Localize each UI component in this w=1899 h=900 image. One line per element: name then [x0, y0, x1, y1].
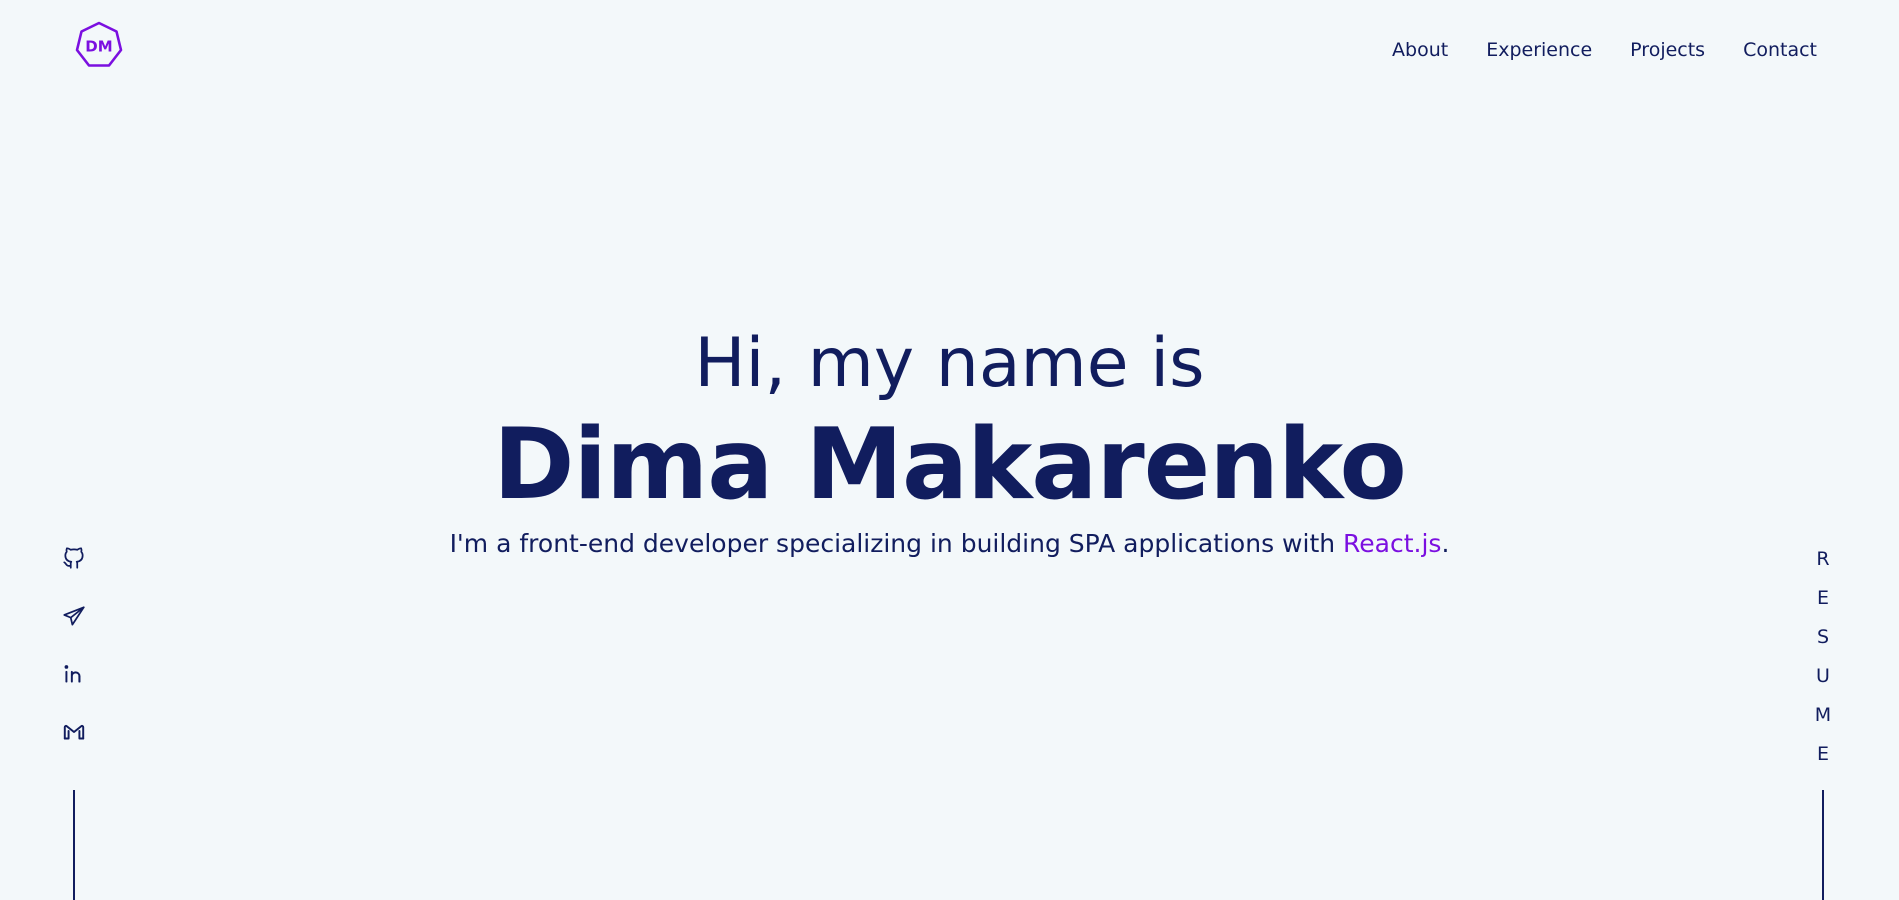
resume-letter: M	[1814, 704, 1832, 726]
hero-tagline-suffix: .	[1441, 529, 1450, 558]
logo-heptagon-icon: DM	[75, 21, 123, 67]
hero-tagline-react-link[interactable]: React.js	[1343, 529, 1441, 558]
gmail-link[interactable]	[61, 719, 87, 745]
resume-letter: S	[1816, 626, 1830, 648]
resume-letter: E	[1816, 587, 1829, 609]
right-vertical-line	[1822, 790, 1824, 900]
nav-item-experience[interactable]: Experience	[1486, 38, 1592, 62]
github-icon	[63, 547, 84, 569]
hero-section: Hi, my name is Dima Makarenko I'm a fron…	[0, 318, 1899, 560]
github-link[interactable]	[61, 545, 87, 571]
resume-letter: R	[1816, 548, 1830, 570]
nav-item-about[interactable]: About	[1392, 38, 1448, 62]
linkedin-link[interactable]	[61, 661, 87, 687]
telegram-icon	[63, 606, 85, 626]
social-links	[61, 545, 87, 745]
logo-link[interactable]: DM	[73, 20, 125, 72]
hero-name: Dima Makarenko	[493, 408, 1407, 522]
linkedin-icon	[64, 665, 81, 683]
nav-item-contact[interactable]: Contact	[1743, 38, 1817, 62]
nav-item-projects[interactable]: Projects	[1630, 38, 1705, 62]
telegram-link[interactable]	[61, 603, 87, 629]
gmail-icon	[63, 724, 85, 740]
resume-letter: E	[1816, 743, 1829, 765]
hero-greeting: Hi, my name is	[694, 324, 1205, 403]
main-nav: About Experience Projects Contact	[1392, 38, 1817, 62]
left-vertical-line	[73, 790, 75, 900]
resume-letter: U	[1816, 665, 1830, 687]
resume-link[interactable]: R E S U M E	[1808, 540, 1838, 774]
hero-tagline-prefix: I'm a front-end developer specializing i…	[449, 529, 1344, 558]
logo-text: DM	[85, 38, 112, 56]
hero-tagline: I'm a front-end developer specializing i…	[0, 528, 1899, 560]
